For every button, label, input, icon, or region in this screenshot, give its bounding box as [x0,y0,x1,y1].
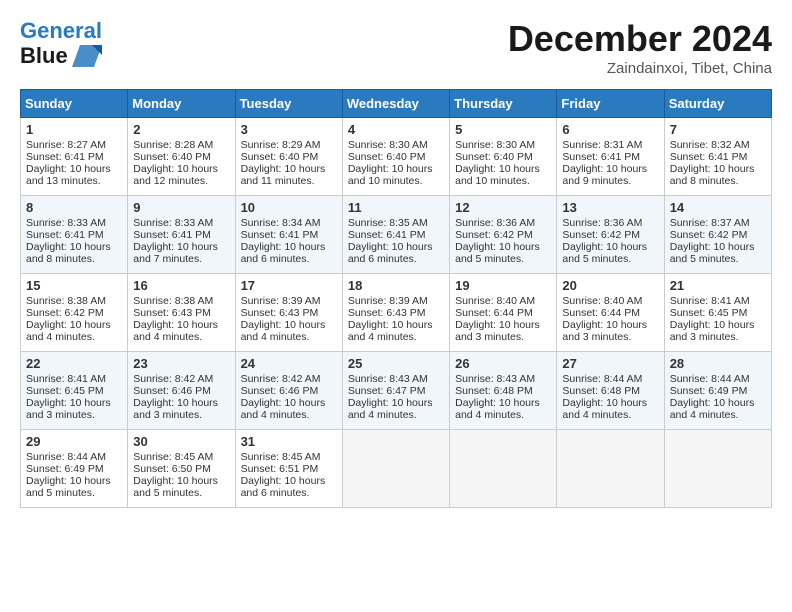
calendar-cell: 5Sunrise: 8:30 AMSunset: 6:40 PMDaylight… [450,118,557,196]
location: Zaindainxoi, Tibet, China [508,60,772,77]
calendar-cell: 10Sunrise: 8:34 AMSunset: 6:41 PMDayligh… [235,196,342,274]
calendar-cell [450,430,557,508]
logo-blue: Blue [20,43,68,68]
col-saturday: Saturday [664,90,771,118]
calendar-cell: 24Sunrise: 8:42 AMSunset: 6:46 PMDayligh… [235,352,342,430]
col-tuesday: Tuesday [235,90,342,118]
calendar-cell [664,430,771,508]
calendar-cell: 12Sunrise: 8:36 AMSunset: 6:42 PMDayligh… [450,196,557,274]
header-row: Sunday Monday Tuesday Wednesday Thursday… [21,90,772,118]
calendar-cell: 4Sunrise: 8:30 AMSunset: 6:40 PMDaylight… [342,118,449,196]
calendar-cell: 17Sunrise: 8:39 AMSunset: 6:43 PMDayligh… [235,274,342,352]
col-sunday: Sunday [21,90,128,118]
logo: General Blue [20,18,102,69]
calendar-cell: 1Sunrise: 8:27 AMSunset: 6:41 PMDaylight… [21,118,128,196]
calendar-cell [342,430,449,508]
calendar-cell: 31Sunrise: 8:45 AMSunset: 6:51 PMDayligh… [235,430,342,508]
calendar-cell: 11Sunrise: 8:35 AMSunset: 6:41 PMDayligh… [342,196,449,274]
calendar-cell: 15Sunrise: 8:38 AMSunset: 6:42 PMDayligh… [21,274,128,352]
calendar-table: Sunday Monday Tuesday Wednesday Thursday… [20,89,772,508]
calendar-cell: 18Sunrise: 8:39 AMSunset: 6:43 PMDayligh… [342,274,449,352]
calendar-cell: 27Sunrise: 8:44 AMSunset: 6:48 PMDayligh… [557,352,664,430]
table-row: 29Sunrise: 8:44 AMSunset: 6:49 PMDayligh… [21,430,772,508]
page-container: General Blue December 2024 Zaindainxoi, … [0,0,792,518]
calendar-cell: 3Sunrise: 8:29 AMSunset: 6:40 PMDaylight… [235,118,342,196]
title-block: December 2024 Zaindainxoi, Tibet, China [508,18,772,77]
col-wednesday: Wednesday [342,90,449,118]
month-title: December 2024 [508,18,772,60]
table-row: 1Sunrise: 8:27 AMSunset: 6:41 PMDaylight… [21,118,772,196]
header: General Blue December 2024 Zaindainxoi, … [20,18,772,77]
calendar-cell: 26Sunrise: 8:43 AMSunset: 6:48 PMDayligh… [450,352,557,430]
col-thursday: Thursday [450,90,557,118]
calendar-cell: 25Sunrise: 8:43 AMSunset: 6:47 PMDayligh… [342,352,449,430]
col-monday: Monday [128,90,235,118]
calendar-cell: 21Sunrise: 8:41 AMSunset: 6:45 PMDayligh… [664,274,771,352]
logo-text: General [20,18,102,43]
calendar-cell: 23Sunrise: 8:42 AMSunset: 6:46 PMDayligh… [128,352,235,430]
calendar-cell: 6Sunrise: 8:31 AMSunset: 6:41 PMDaylight… [557,118,664,196]
calendar-cell: 19Sunrise: 8:40 AMSunset: 6:44 PMDayligh… [450,274,557,352]
table-row: 8Sunrise: 8:33 AMSunset: 6:41 PMDaylight… [21,196,772,274]
calendar-cell: 16Sunrise: 8:38 AMSunset: 6:43 PMDayligh… [128,274,235,352]
calendar-cell: 20Sunrise: 8:40 AMSunset: 6:44 PMDayligh… [557,274,664,352]
calendar-cell: 14Sunrise: 8:37 AMSunset: 6:42 PMDayligh… [664,196,771,274]
table-row: 22Sunrise: 8:41 AMSunset: 6:45 PMDayligh… [21,352,772,430]
calendar-cell: 28Sunrise: 8:44 AMSunset: 6:49 PMDayligh… [664,352,771,430]
calendar-cell: 8Sunrise: 8:33 AMSunset: 6:41 PMDaylight… [21,196,128,274]
calendar-cell: 7Sunrise: 8:32 AMSunset: 6:41 PMDaylight… [664,118,771,196]
calendar-cell: 29Sunrise: 8:44 AMSunset: 6:49 PMDayligh… [21,430,128,508]
calendar-cell: 9Sunrise: 8:33 AMSunset: 6:41 PMDaylight… [128,196,235,274]
logo-icon [72,45,102,67]
calendar-cell: 30Sunrise: 8:45 AMSunset: 6:50 PMDayligh… [128,430,235,508]
table-row: 15Sunrise: 8:38 AMSunset: 6:42 PMDayligh… [21,274,772,352]
col-friday: Friday [557,90,664,118]
calendar-cell: 13Sunrise: 8:36 AMSunset: 6:42 PMDayligh… [557,196,664,274]
calendar-cell: 22Sunrise: 8:41 AMSunset: 6:45 PMDayligh… [21,352,128,430]
calendar-cell: 2Sunrise: 8:28 AMSunset: 6:40 PMDaylight… [128,118,235,196]
calendar-cell [557,430,664,508]
logo-general: General [20,18,102,43]
